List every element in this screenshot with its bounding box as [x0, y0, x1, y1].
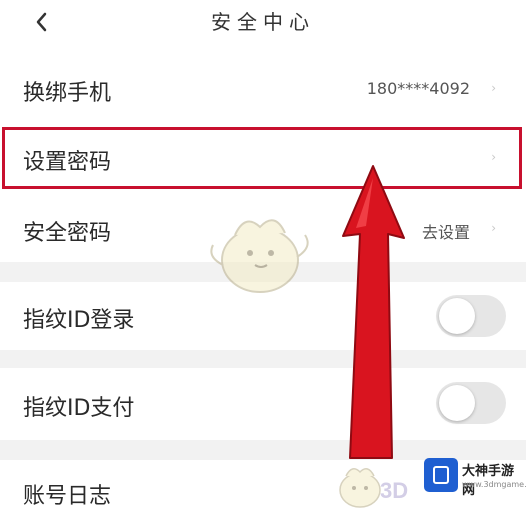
chevron-right-icon: ›	[491, 221, 496, 235]
brand-title: 大神手游网	[462, 464, 515, 498]
list-item-fingerprint-payment: 指纹ID支付	[0, 368, 526, 440]
section-divider	[0, 350, 526, 368]
highlight-box	[2, 127, 522, 189]
brand-logo-icon	[424, 458, 458, 492]
list-item-label: 指纹ID支付	[23, 396, 135, 421]
section-divider	[0, 440, 526, 460]
toggle-knob	[439, 298, 475, 334]
toggle-knob	[439, 385, 475, 421]
security-center-screen: 安全中心 换绑手机 180****4092 › 设置密码 › 安全密码 去设置 …	[0, 0, 526, 510]
list-item-label: 账号日志	[23, 484, 112, 509]
watermark-3d-text: 3D	[380, 478, 409, 503]
mascot-watermark-icon	[210, 219, 309, 293]
set-up-link-text: 去设置	[421, 223, 470, 242]
brand-url: www.3dmgame.com	[462, 480, 526, 489]
chevron-right-icon: ›	[491, 81, 496, 95]
navigation-header: 安全中心	[0, 0, 526, 48]
list-item-label: 换绑手机	[23, 81, 112, 106]
phone-number-value: 180****4092	[366, 79, 470, 98]
brand-logo-mark	[433, 466, 449, 484]
fingerprint-payment-toggle[interactable]	[436, 382, 506, 424]
page-title: 安全中心	[211, 10, 315, 34]
list-item-change-phone[interactable]: 换绑手机 180****4092 ›	[0, 56, 526, 122]
list-item-label: 安全密码	[23, 221, 112, 246]
list-item-label: 指纹ID登录	[23, 308, 135, 333]
fingerprint-login-toggle[interactable]	[436, 295, 506, 337]
